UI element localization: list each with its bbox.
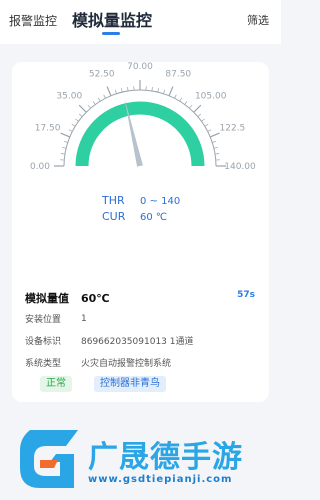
gauge-tick-label: 17.50: [35, 124, 61, 134]
thr-label: THR: [101, 194, 125, 207]
gauge-minor-tick: [75, 118, 79, 122]
watermark-logo-accent: [40, 460, 58, 468]
controller-badge: 控制器非青鸟: [94, 376, 166, 392]
device-value: 869662035091013 1通道: [81, 337, 194, 347]
gauge-tick-label: 52.50: [89, 70, 115, 80]
top-navigation: 报警监控 模拟量监控 筛选: [0, 0, 281, 44]
gauge-major-tick: [60, 132, 71, 138]
gauge-major-tick: [193, 104, 202, 113]
location-row: 安装位置 1: [25, 312, 87, 326]
gauge-major-tick: [78, 104, 87, 113]
gauge-major-tick: [209, 132, 220, 138]
gauge-minor-tick: [174, 94, 177, 99]
system-label: 系统类型: [25, 359, 62, 369]
cur-label: CUR: [102, 210, 126, 223]
gauge-minor-tick: [207, 129, 212, 132]
gauge-minor-tick: [114, 89, 117, 94]
watermark-logo-icon: [20, 430, 78, 488]
gauge-minor-tick: [68, 129, 73, 132]
thr-value: 0 ~ 140: [140, 196, 180, 207]
gauge-major-tick: [168, 86, 174, 97]
tab-alarm-monitor[interactable]: 报警监控: [9, 12, 57, 29]
gauge-minor-tick: [127, 86, 129, 91]
watermark-url: www.gsdtiepianji.com: [88, 474, 233, 485]
gauge-minor-tick: [204, 123, 209, 127]
system-row: 系统类型 火灾自动报警控制系统: [25, 356, 171, 369]
device-row: 设备标识 869662035091013 1通道: [25, 334, 193, 347]
status-badge: 正常: [40, 376, 72, 392]
gauge-minor-tick: [78, 113, 83, 117]
gauge-minor-tick: [71, 123, 76, 127]
gauge-minor-tick: [92, 101, 96, 105]
gauge-minor-tick: [60, 153, 65, 155]
watermark-title: 广晟德手游: [88, 440, 243, 475]
analog-value-row: 模拟量值 60℃: [25, 290, 110, 306]
gauge-minor-tick: [62, 146, 67, 149]
analog-card[interactable]: 0.00 17.50 35.00 52.50 70.00 87.50 105.00 122.5…: [12, 62, 269, 402]
gauge-tick-label: 35.00: [56, 91, 82, 101]
gauge-tick-label: 0.00: [30, 162, 50, 172]
active-tab-indicator: [102, 32, 120, 35]
gauge-minor-tick: [215, 153, 220, 155]
gauge-minor-tick: [179, 97, 183, 102]
gauge-minor-tick: [212, 140, 217, 143]
gauge-minor-tick: [97, 97, 101, 102]
gauge-minor-tick: [184, 101, 188, 105]
gauge-minor-tick: [213, 146, 218, 149]
gauge-chart: 0.00 17.50 35.00 52.50 70.00 87.50 105.00 122.5…: [30, 62, 256, 223]
gauge-major-tick: [106, 86, 112, 97]
gauge-minor-tick: [201, 118, 205, 122]
filter-button[interactable]: 筛选: [247, 12, 269, 28]
gauge-minor-tick: [63, 140, 68, 143]
device-label: 设备标识: [25, 337, 62, 347]
data-age: 57s: [237, 290, 255, 300]
location-value: 1: [81, 313, 87, 324]
gauge-minor-tick: [103, 94, 106, 99]
system-value: 火灾自动报警控制系统: [81, 359, 172, 369]
gauge-minor-tick: [157, 88, 160, 93]
gauge-minor-tick: [189, 104, 193, 109]
gauge-tick-label: 122.5: [220, 124, 246, 134]
gauge-minor-tick: [120, 88, 123, 93]
analog-value-label: 模拟量值: [25, 292, 69, 305]
gauge-minor-tick: [163, 89, 166, 94]
gauge-tick-label: 140.00: [224, 162, 256, 172]
gauge-minor-tick: [87, 104, 91, 109]
gauge-minor-tick: [151, 86, 153, 91]
analog-value: 60℃: [81, 291, 110, 305]
gauge-tick-label: 87.50: [165, 70, 191, 80]
cur-value: 60 ℃: [140, 212, 167, 223]
tab-analog-monitor[interactable]: 模拟量监控: [72, 7, 152, 31]
location-label: 安装位置: [25, 315, 62, 325]
gauge-tick-label: 105.00: [195, 91, 227, 101]
gauge-minor-tick: [197, 113, 202, 117]
gauge-tick-label: 70.00: [127, 62, 153, 72]
